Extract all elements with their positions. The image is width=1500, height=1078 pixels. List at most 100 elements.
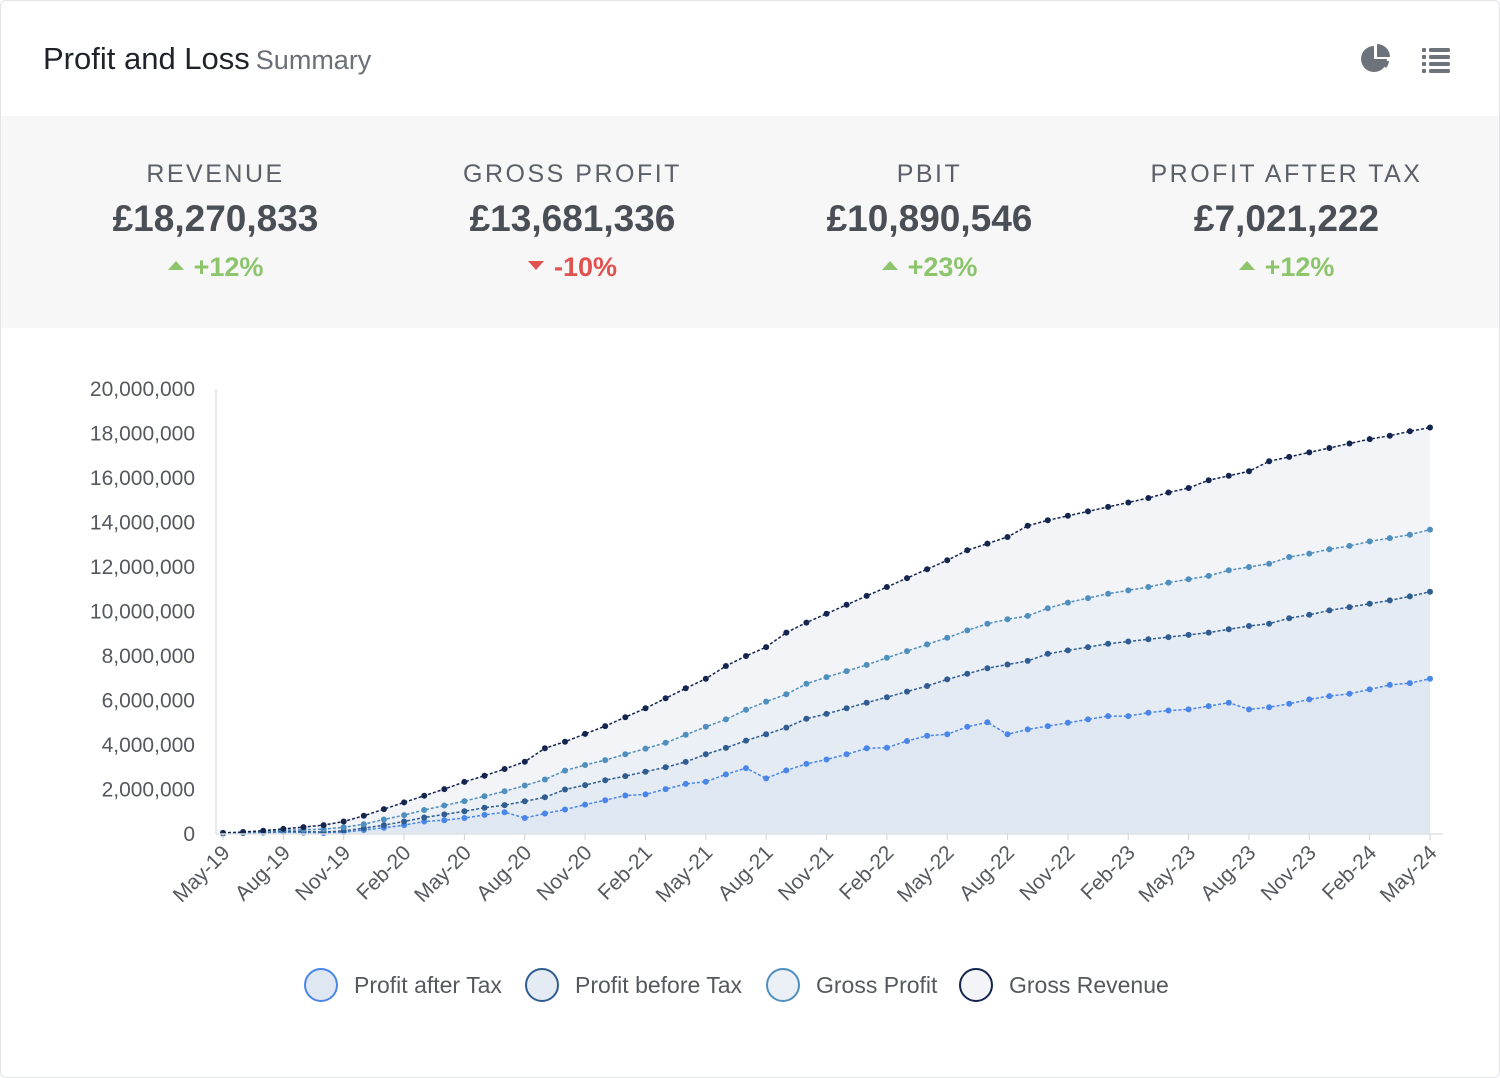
data-point <box>1346 690 1353 697</box>
data-point <box>1105 713 1112 720</box>
data-point <box>1406 428 1413 435</box>
kpi-value: £7,021,222 <box>1193 198 1380 239</box>
data-point <box>763 775 770 782</box>
data-point <box>461 815 468 821</box>
data-point <box>1225 626 1232 633</box>
data-point <box>1346 542 1353 549</box>
legend-label: Profit after Tax <box>354 972 502 998</box>
x-tick-label: Aug-22 <box>955 841 1019 905</box>
x-tick-label: Aug-21 <box>714 841 778 905</box>
y-tick-label: 20,000,000 <box>90 378 195 401</box>
data-point <box>602 797 609 804</box>
arrow-down-icon <box>527 261 544 271</box>
data-point <box>743 765 749 772</box>
data-point <box>521 798 528 805</box>
kpi-profit-after-tax: PROFIT AFTER TAX £7,021,222 +12% <box>1108 116 1465 328</box>
data-point <box>843 668 850 675</box>
arrow-up-icon <box>167 261 184 271</box>
data-point <box>441 786 448 793</box>
data-point <box>924 732 931 739</box>
pie-chart-icon[interactable] <box>1359 42 1393 76</box>
data-point <box>1386 535 1393 542</box>
data-point <box>582 762 589 768</box>
data-point <box>964 627 971 634</box>
data-point <box>1346 440 1353 447</box>
data-point <box>521 782 528 789</box>
data-point <box>1024 657 1031 664</box>
data-point <box>441 811 448 818</box>
x-tick-label: Nov-19 <box>291 841 355 905</box>
data-point <box>441 817 448 824</box>
card-title: Profit and Loss Summary <box>43 41 371 77</box>
data-point <box>1406 531 1413 538</box>
data-point <box>702 751 709 758</box>
kpi-gross-profit: GROSS PROFIT £13,681,336 -10% <box>394 116 751 328</box>
data-point <box>521 758 528 765</box>
data-point <box>1406 593 1413 600</box>
data-point <box>1044 723 1051 730</box>
data-point <box>1205 703 1212 710</box>
y-tick-label: 18,000,000 <box>90 423 195 446</box>
data-point <box>1145 495 1152 501</box>
data-point <box>280 825 287 832</box>
data-point <box>924 566 931 573</box>
data-point <box>823 674 830 681</box>
data-point <box>1366 538 1373 545</box>
kpi-label: PROFIT AFTER TAX <box>1150 160 1423 188</box>
y-tick-label: 6,000,000 <box>102 690 195 713</box>
data-point <box>642 745 649 752</box>
x-tick-label: Nov-22 <box>1015 841 1079 905</box>
kpi-label: GROSS PROFIT <box>463 160 682 188</box>
data-point <box>944 676 951 683</box>
data-point <box>1266 560 1273 567</box>
data-point <box>702 723 709 730</box>
data-point <box>1306 696 1313 703</box>
data-point <box>1326 607 1333 614</box>
list-icon[interactable] <box>1419 42 1453 76</box>
data-point <box>883 694 890 701</box>
data-point <box>843 705 850 712</box>
data-point <box>1386 597 1393 604</box>
data-point <box>541 794 548 801</box>
x-tick-label: May-23 <box>1134 841 1200 907</box>
data-point <box>1085 595 1091 602</box>
data-point <box>501 809 508 816</box>
data-point <box>1326 445 1333 451</box>
data-point <box>1286 700 1293 707</box>
data-point <box>944 557 951 564</box>
data-point <box>421 792 428 799</box>
data-point <box>1205 629 1212 636</box>
data-point <box>1004 731 1011 738</box>
data-point <box>380 806 387 813</box>
kpi-label: PBIT <box>896 160 963 188</box>
data-point <box>1024 522 1031 529</box>
data-point <box>1286 453 1293 460</box>
data-point <box>401 818 408 825</box>
data-point <box>1205 572 1212 579</box>
data-point <box>823 610 830 617</box>
data-point <box>360 812 367 819</box>
data-point <box>1044 650 1051 657</box>
data-point <box>1225 567 1232 574</box>
legend-marker-0 <box>304 968 338 1002</box>
data-point <box>642 705 649 712</box>
data-point <box>984 665 991 672</box>
data-point <box>964 723 971 730</box>
data-point <box>340 818 347 825</box>
data-point <box>1064 719 1071 726</box>
x-tick-label: Aug-23 <box>1196 841 1260 905</box>
data-point <box>1286 615 1293 622</box>
data-point <box>1085 508 1091 515</box>
x-tick-label: Aug-20 <box>472 841 536 905</box>
data-point <box>904 648 910 655</box>
kpi-pbit: PBIT £10,890,546 +23% <box>751 116 1108 328</box>
y-tick-label: 16,000,000 <box>90 467 195 490</box>
data-point <box>682 758 689 765</box>
kpi-change: -10% <box>394 252 751 283</box>
data-point <box>320 822 327 829</box>
data-point <box>1386 432 1393 439</box>
data-point <box>622 792 629 799</box>
data-point <box>501 788 508 795</box>
x-tick-label: Nov-20 <box>532 841 596 905</box>
data-point <box>521 815 528 821</box>
